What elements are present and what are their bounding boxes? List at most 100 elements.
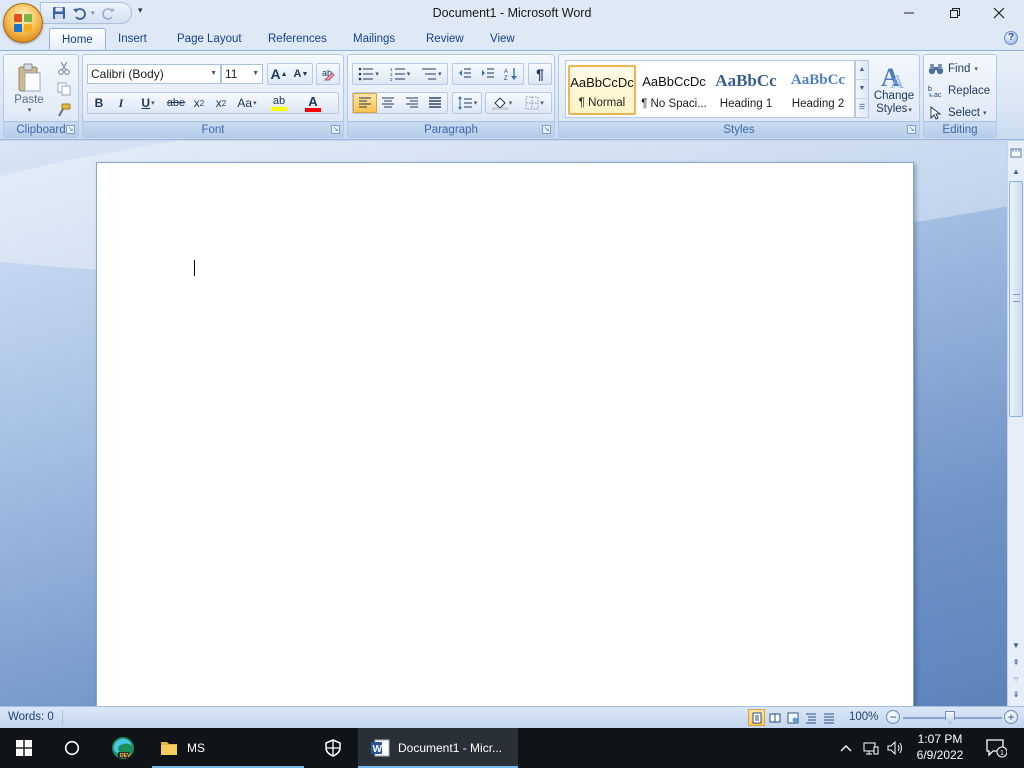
next-page-icon[interactable]: ⇟ — [1009, 688, 1023, 702]
line-spacing-icon[interactable]: ▾ — [453, 93, 481, 113]
svg-text:A: A — [504, 69, 508, 75]
replace-button[interactable]: b ac Replace — [928, 81, 994, 100]
font-name-combo[interactable]: Calibri (Body) ▼ — [87, 64, 221, 84]
draft-view-icon[interactable] — [820, 709, 837, 726]
paragraph-dialog-launcher-icon[interactable]: ↘ — [542, 125, 551, 134]
tab-page-layout[interactable]: Page Layout — [165, 28, 254, 50]
format-painter-icon[interactable] — [54, 101, 74, 119]
underline-button[interactable]: U ▾ — [132, 93, 164, 113]
maximize-button[interactable] — [932, 0, 978, 26]
cut-icon[interactable] — [54, 59, 74, 77]
shrink-font-button[interactable]: A ▼ — [290, 64, 312, 84]
editing-group: Find ▾ b ac Replace Select ▾ Editing — [923, 54, 997, 138]
full-screen-reading-view-icon[interactable] — [766, 709, 783, 726]
zoom-level[interactable]: 100% — [849, 711, 878, 723]
align-left-icon[interactable] — [353, 93, 377, 113]
word-count[interactable]: Words: 0 — [8, 711, 54, 723]
volume-icon[interactable] — [884, 728, 908, 768]
document-page[interactable] — [96, 162, 914, 706]
subscript-button[interactable]: x2 — [188, 93, 210, 113]
scroll-up-icon[interactable]: ▲ — [1009, 165, 1023, 179]
paragraph-group: ▾ 1 2 3 ▾ ▾ AZ ¶ ▾ ▾ ▾ Paragraph ↘ — [347, 54, 555, 138]
show-hidden-icons-icon[interactable] — [836, 728, 856, 768]
ruler-toggle-icon[interactable] — [1009, 147, 1023, 161]
align-center-icon[interactable] — [377, 93, 400, 113]
tab-view[interactable]: View — [478, 28, 527, 50]
highlight-color-swatch — [271, 106, 287, 111]
help-icon[interactable]: ? — [1004, 31, 1018, 45]
close-button[interactable] — [976, 0, 1022, 26]
borders-icon[interactable]: ▾ — [518, 93, 551, 113]
italic-button[interactable]: I — [110, 93, 132, 113]
taskbar-word-document1[interactable]: W Document1 - Micr... — [358, 728, 518, 768]
office-button[interactable] — [3, 3, 43, 43]
tab-mailings[interactable]: Mailings — [341, 28, 407, 50]
minimize-button[interactable] — [886, 0, 932, 26]
tab-insert[interactable]: Insert — [106, 28, 159, 50]
security-shield-icon[interactable] — [310, 728, 356, 768]
windows-logo-icon — [16, 740, 32, 756]
justify-icon[interactable] — [424, 93, 447, 113]
start-button[interactable] — [0, 728, 48, 768]
find-button[interactable]: Find ▾ — [928, 59, 994, 78]
superscript-button[interactable]: x2 — [210, 93, 232, 113]
scrollbar-thumb[interactable] — [1009, 181, 1023, 417]
tab-home[interactable]: Home — [49, 28, 106, 50]
print-layout-view-icon[interactable] — [748, 709, 765, 726]
grow-font-button[interactable]: A ▲ — [268, 64, 290, 84]
align-right-icon[interactable] — [400, 93, 423, 113]
web-layout-view-icon[interactable] — [784, 709, 801, 726]
gallery-down-icon[interactable]: ▼ — [856, 80, 868, 99]
style-no-spacing[interactable]: AaBbCcDc ¶ No Spaci... — [640, 65, 708, 115]
copy-icon[interactable] — [54, 80, 74, 98]
ribbon: Paste ▾ Clipboard ↘ Calibri (Body) ▼ 11 … — [0, 50, 1024, 140]
view-buttons — [748, 709, 840, 727]
styles-group-label: Styles — [559, 121, 919, 137]
clipboard-dialog-launcher-icon[interactable]: ↘ — [66, 125, 75, 134]
vertical-scrollbar[interactable]: ▲ ▼ ⇞ ○ ⇟ — [1007, 141, 1024, 706]
zoom-out-button[interactable]: − — [886, 710, 900, 724]
strikethrough-button[interactable]: abe — [164, 93, 188, 113]
numbering-icon[interactable]: 1 2 3 ▾ — [384, 64, 415, 84]
font-dialog-launcher-icon[interactable]: ↘ — [331, 125, 340, 134]
search-icon[interactable] — [48, 728, 96, 768]
change-case-button[interactable]: Aa ▾ — [232, 93, 262, 113]
select-button[interactable]: Select ▾ — [928, 103, 994, 122]
notifications-icon[interactable]: 1 — [976, 728, 1016, 768]
zoom-in-button[interactable]: + — [1004, 710, 1018, 724]
select-browse-object-icon[interactable]: ○ — [1009, 672, 1023, 686]
change-styles-button[interactable]: A A Change Styles▾ — [871, 58, 917, 120]
font-size-value: 11 — [225, 67, 238, 81]
paste-button[interactable]: Paste ▾ — [8, 59, 50, 117]
clock[interactable]: 1:07 PM 6/9/2022 — [912, 731, 968, 763]
show-formatting-marks-button[interactable]: ¶ — [529, 64, 551, 84]
zoom-slider-thumb[interactable] — [945, 711, 955, 724]
tab-references[interactable]: References — [256, 28, 339, 50]
gallery-more-icon[interactable]: ☰ — [856, 99, 868, 118]
increase-indent-icon[interactable] — [476, 64, 499, 84]
gallery-up-icon[interactable]: ▲ — [856, 61, 868, 80]
style-heading-1[interactable]: AaBbCc Heading 1 — [712, 65, 780, 115]
tab-review[interactable]: Review — [414, 28, 476, 50]
font-color-button[interactable]: A — [296, 93, 330, 113]
clear-formatting-icon[interactable]: ab — [317, 64, 339, 84]
network-icon[interactable] — [860, 728, 882, 768]
shading-icon[interactable]: ▾ — [486, 93, 518, 113]
bold-button[interactable]: B — [88, 93, 110, 113]
clock-date: 6/9/2022 — [916, 748, 964, 762]
text-highlight-button[interactable]: ab — [262, 93, 296, 113]
decrease-indent-icon[interactable] — [453, 64, 476, 84]
styles-dialog-launcher-icon[interactable]: ↘ — [907, 125, 916, 134]
taskbar-folder-ms[interactable]: MS — [152, 728, 304, 768]
edge-dev-icon[interactable]: DEV — [100, 728, 146, 768]
style-normal[interactable]: AaBbCcDc ¶ Normal — [568, 65, 636, 115]
font-size-combo[interactable]: 11 ▼ — [221, 64, 263, 84]
outline-view-icon[interactable] — [802, 709, 819, 726]
bullets-icon[interactable]: ▾ — [353, 64, 384, 84]
multilevel-list-icon[interactable]: ▾ — [416, 64, 447, 84]
previous-page-icon[interactable]: ⇞ — [1009, 656, 1023, 670]
style-heading-2[interactable]: AaBbCc Heading 2 — [784, 65, 852, 115]
sort-icon[interactable]: AZ — [500, 64, 523, 84]
change-styles-icon: A A — [881, 63, 905, 90]
scroll-down-icon[interactable]: ▼ — [1009, 639, 1023, 653]
